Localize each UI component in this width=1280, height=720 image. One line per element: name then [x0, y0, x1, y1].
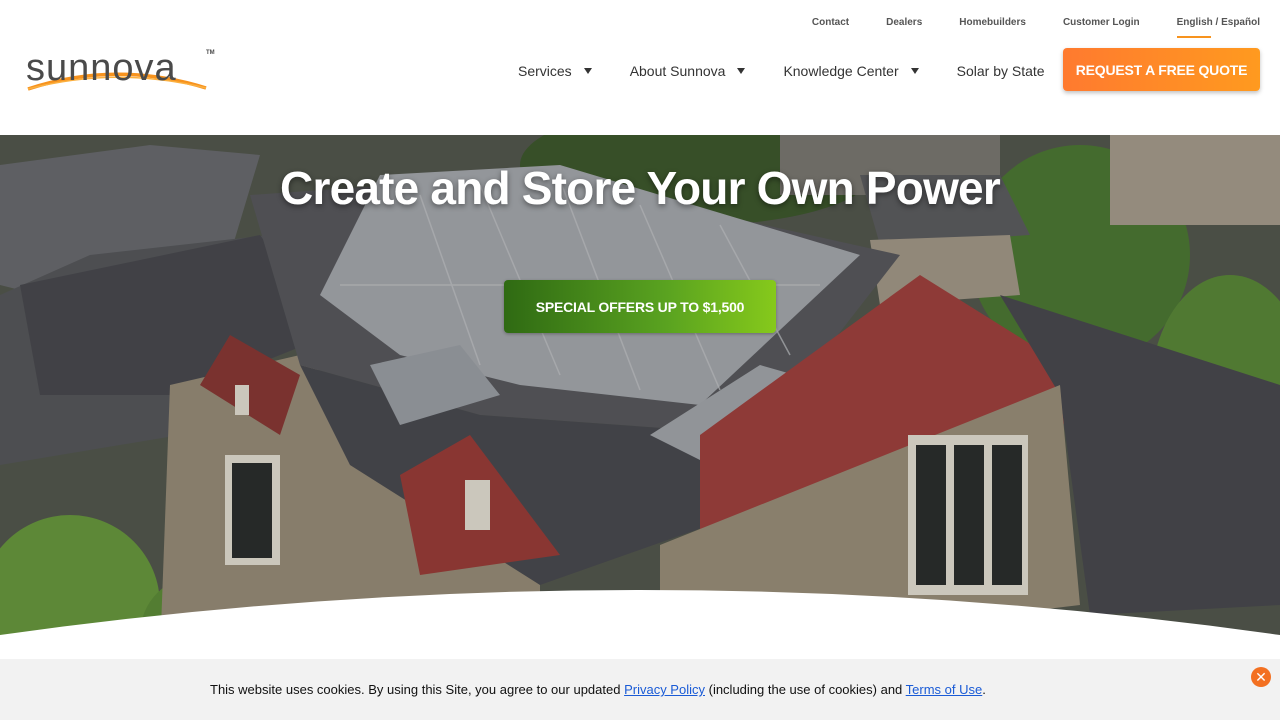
logo-wordmark: sunnova	[26, 47, 177, 89]
terms-of-use-link[interactable]: Terms of Use	[906, 682, 983, 697]
request-quote-button[interactable]: REQUEST A FREE QUOTE	[1063, 48, 1260, 91]
site-header: Contact Dealers Homebuilders Customer Lo…	[0, 0, 1280, 135]
cookie-text-middle: (including the use of cookies) and	[705, 682, 906, 697]
nav-solar-label: Solar by State	[956, 63, 1045, 79]
utility-link-contact[interactable]: Contact	[812, 16, 849, 34]
hero-section: Create and Store Your Own Power SPECIAL …	[0, 135, 1280, 655]
nav-services[interactable]: Services	[518, 62, 592, 80]
utility-link-dealers[interactable]: Dealers	[886, 16, 922, 34]
language-switcher[interactable]: English / Español	[1176, 16, 1260, 38]
nav-knowledge-label: Knowledge Center	[783, 63, 899, 79]
cookie-text-after: .	[982, 682, 986, 697]
nav-about[interactable]: About Sunnova	[630, 62, 746, 80]
cookie-message: This website uses cookies. By using this…	[210, 682, 986, 698]
utility-link-customer-login[interactable]: Customer Login	[1063, 16, 1140, 34]
nav-services-label: Services	[518, 63, 572, 79]
close-icon[interactable]: ✕	[1251, 667, 1271, 687]
special-offers-button[interactable]: SPECIAL OFFERS UP TO $1,500	[504, 280, 776, 333]
nav-about-label: About Sunnova	[629, 63, 726, 79]
caret-down-icon	[910, 68, 919, 74]
cookie-text-before: This website uses cookies. By using this…	[210, 682, 625, 697]
nav-solar-by-state[interactable]: Solar by State	[957, 62, 1045, 80]
hero-title: Create and Store Your Own Power	[280, 162, 1001, 214]
privacy-policy-link[interactable]: Privacy Policy	[624, 682, 705, 697]
language-separator: /	[1212, 17, 1222, 28]
utility-link-homebuilders[interactable]: Homebuilders	[959, 16, 1026, 34]
main-nav: Services About Sunnova Knowledge Center …	[518, 62, 1045, 80]
caret-down-icon	[583, 68, 592, 74]
utility-nav: Contact Dealers Homebuilders Customer Lo…	[775, 16, 1260, 38]
nav-knowledge-center[interactable]: Knowledge Center	[783, 62, 919, 80]
caret-down-icon	[737, 68, 746, 74]
logo-trademark: TM	[206, 50, 215, 56]
sunnova-logo[interactable]: sunnova TM	[26, 48, 216, 94]
language-english[interactable]: English	[1177, 17, 1213, 28]
language-spanish[interactable]: Español	[1221, 17, 1260, 28]
cookie-banner: This website uses cookies. By using this…	[0, 659, 1280, 720]
